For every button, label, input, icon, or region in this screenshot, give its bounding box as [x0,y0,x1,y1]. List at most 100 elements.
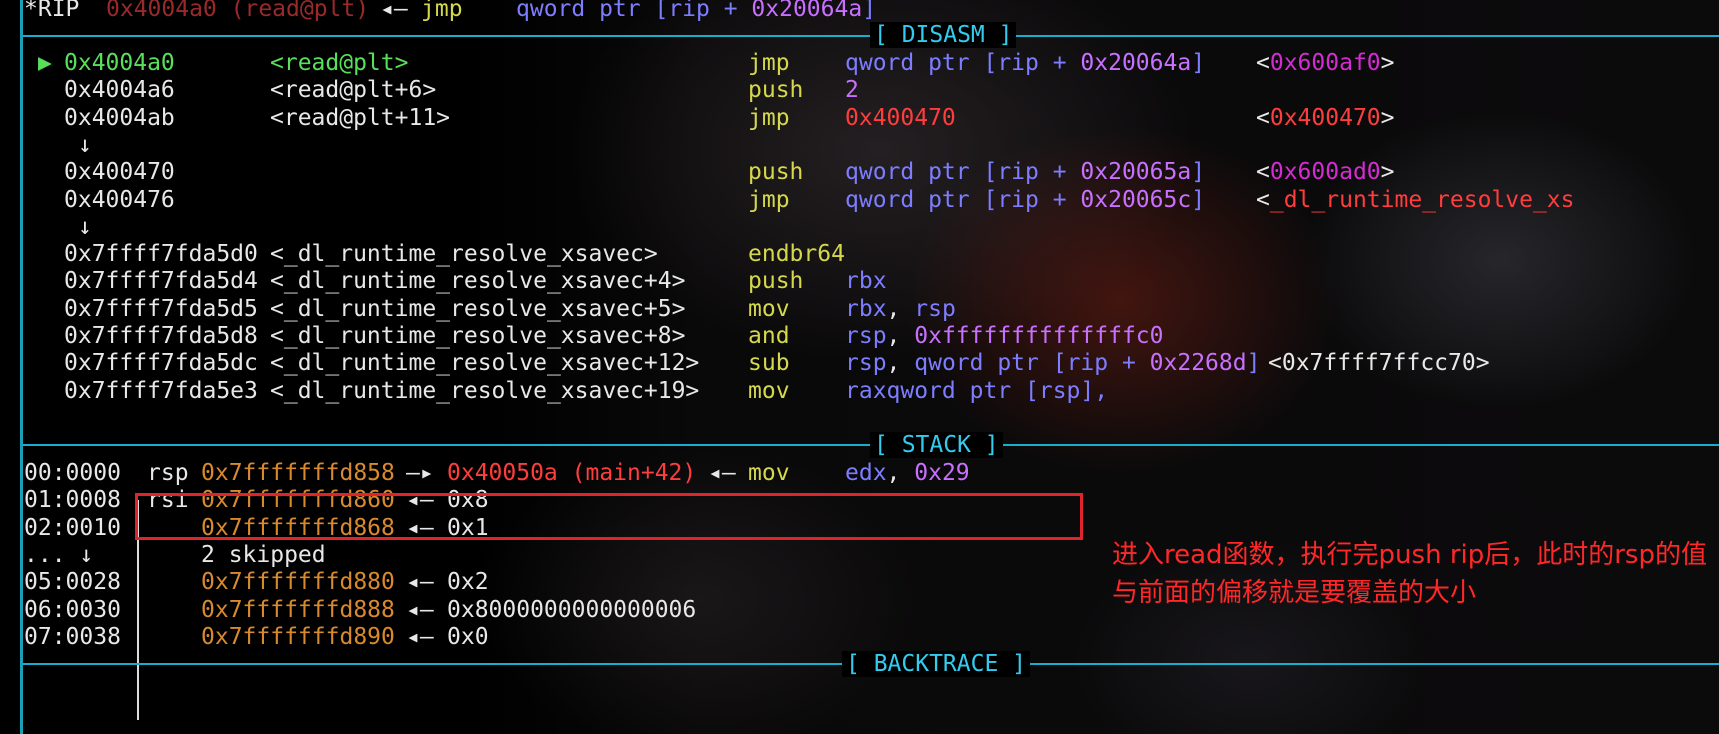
flow-arrow-icon: ↓ [78,131,92,158]
branch-target: <0x600af0> [1256,48,1395,78]
operand-register: rsp [845,350,887,377]
instruction-operands: qword ptr [rip + 0x20065a] [845,157,1205,187]
operand-memory: qword ptr [rip + [914,350,1150,377]
instruction-operands: 2 [845,75,859,105]
operand-bracket: ] [1191,159,1206,186]
stack-value: 0x0 [447,623,489,650]
instruction-mnemonic: endbr64 [748,241,845,268]
rip-arrow: ◂— [380,0,408,22]
operand-register: rbx [845,268,887,295]
target-value: 0x600ad0 [1269,159,1381,186]
rip-mnemonic: jmp [421,0,463,22]
instruction-operands: 0x400470 [845,103,956,133]
instruction-operands: rsp, qword ptr [rip + 0x2268d] [845,348,1260,378]
operand-address: 0x400470 [845,104,956,131]
instruction-address: 0x7ffff7fda5d0 [64,241,258,268]
stack-address: 0x7fffffffd858 [201,460,395,486]
branch-target: <0x7ffff7ffcc70> [1268,350,1490,377]
instruction-address: 0x7ffff7fda5d8 [64,323,258,349]
instruction-address: 0x7ffff7fda5d5 [64,295,258,322]
target-bracket: > [1380,104,1395,131]
deref-arrow: ◂— [406,596,434,623]
instruction-symbol: <_dl_runtime_resolve_xsavec+19> [270,377,700,404]
instruction-symbol: <_dl_runtime_resolve_xsavec+5> [270,295,686,322]
operand-register: rax [845,377,887,404]
operand-separator: , [886,460,915,486]
instruction-operands: qword ptr [rip + 0x20065c] [845,185,1205,215]
instruction-symbol: <_dl_runtime_resolve_xsavec> [270,241,658,268]
deref-arrow: ◂— [406,623,434,650]
operand-immediate: 0x29 [914,460,970,486]
instruction-mnemonic: push [748,159,804,186]
rip-address: 0x4004a0 (read@plt) [106,0,370,22]
operand-memory: qword ptr [rip + [845,50,1081,76]
terminal-window[interactable]: *RIP 0x4004a0 (read@plt) ◂— jmp qword pt… [0,0,1719,734]
stack-offset: 01:0008 [24,487,121,514]
instruction-operands: rsp, 0xffffffffffffffc0 [845,321,1164,351]
instruction-mnemonic: and [748,323,790,349]
operand-register: rsp [914,295,956,322]
instruction-mnemonic: jmp [748,104,790,131]
operand-separator: , [886,295,915,322]
stack-address: 0x7fffffffd890 [201,623,395,650]
target-bracket: < [1256,159,1270,186]
instruction-symbol: <read@plt+6> [270,77,437,104]
operand-memory: qword ptr [rip + [845,159,1081,186]
instruction-operands: qword ptr [rip + 0x20064a] [845,48,1205,78]
rip-register: *RIP [24,0,80,22]
rip-line: *RIP 0x4004a0 (read@plt) ◂— jmp qword pt… [0,0,876,24]
instruction-address: 0x4004a6 [64,77,175,104]
target-value: 0x600af0 [1269,50,1381,76]
instruction-address: 0x7ffff7fda5d4 [64,268,258,295]
instruction-address: 0x4004ab [64,104,175,131]
instruction-operands: rbx [845,266,887,296]
branch-target: <0x400470> [1256,103,1395,133]
instruction-mnemonic: push [748,268,804,295]
operand-offset: 0x20065a [1080,159,1192,186]
instruction-address: 0x7ffff7fda5e3 [64,377,258,404]
deref-arrow: ◂— [406,569,434,596]
instruction-mnemonic: mov [748,295,790,322]
instruction-symbol: <_dl_runtime_resolve_xsavec+12> [270,350,700,377]
instruction-mnemonic: sub [748,350,790,377]
stack-address: 0x7fffffffd880 [201,569,395,596]
operand-memory: qword ptr [rip + [845,186,1081,213]
skipped-label: 2 skipped [201,541,326,568]
operand-bracket: ] [1191,50,1206,76]
deref-arrow: ◂— [708,460,736,486]
operand-memory: qword ptr [rsp], [886,377,1122,404]
stack-offset: 05:0028 [24,569,121,596]
deref-arrow: —▸ [406,460,434,486]
target-bracket: < [1256,50,1270,76]
instruction-operands: edx, 0x29 [845,458,970,488]
instruction-symbol: <_dl_runtime_resolve_xsavec+8> [270,323,686,349]
instruction-mnemonic: push [748,77,804,104]
instruction-symbol: <read@plt+11> [270,104,451,131]
instruction-address: 0x400470 [64,159,175,186]
target-value: _dl_runtime_resolve_xs [1269,186,1575,213]
current-instruction-icon: ▶ [38,50,52,76]
stack-section-title: [ STACK ] [870,432,1003,458]
operand-register: rsp [845,323,887,349]
operand-separator: , [886,323,915,349]
operand-separator: , [886,350,915,377]
operand-immediate: 0xffffffffffffffc0 [914,323,1164,349]
operand-offset: 0x20064a [1080,50,1192,76]
stack-value: 0x8000000000000006 [447,596,697,623]
operand-register: edx [845,460,887,486]
operand-immediate: 2 [845,77,859,104]
target-bracket: < [1256,186,1270,213]
target-bracket: > [1380,159,1395,186]
operand-register: rbx [845,295,887,322]
stack-offset: ... ↓ [24,541,94,568]
operand-bracket: ] [1191,186,1206,213]
stack-register: rsp [147,460,189,486]
stack-value: 0x2 [447,569,489,596]
rsp-highlight-box [135,493,1083,540]
branch-target: <_dl_runtime_resolve_xs [1256,185,1575,215]
instruction-operands: rbx, rsp [845,294,956,324]
stack-offset: 00:0000 [24,460,121,486]
target-bracket: < [1256,104,1270,131]
instruction-address: 0x7ffff7fda5dc [64,350,258,377]
instruction-symbol: <_dl_runtime_resolve_xsavec+4> [270,268,686,295]
